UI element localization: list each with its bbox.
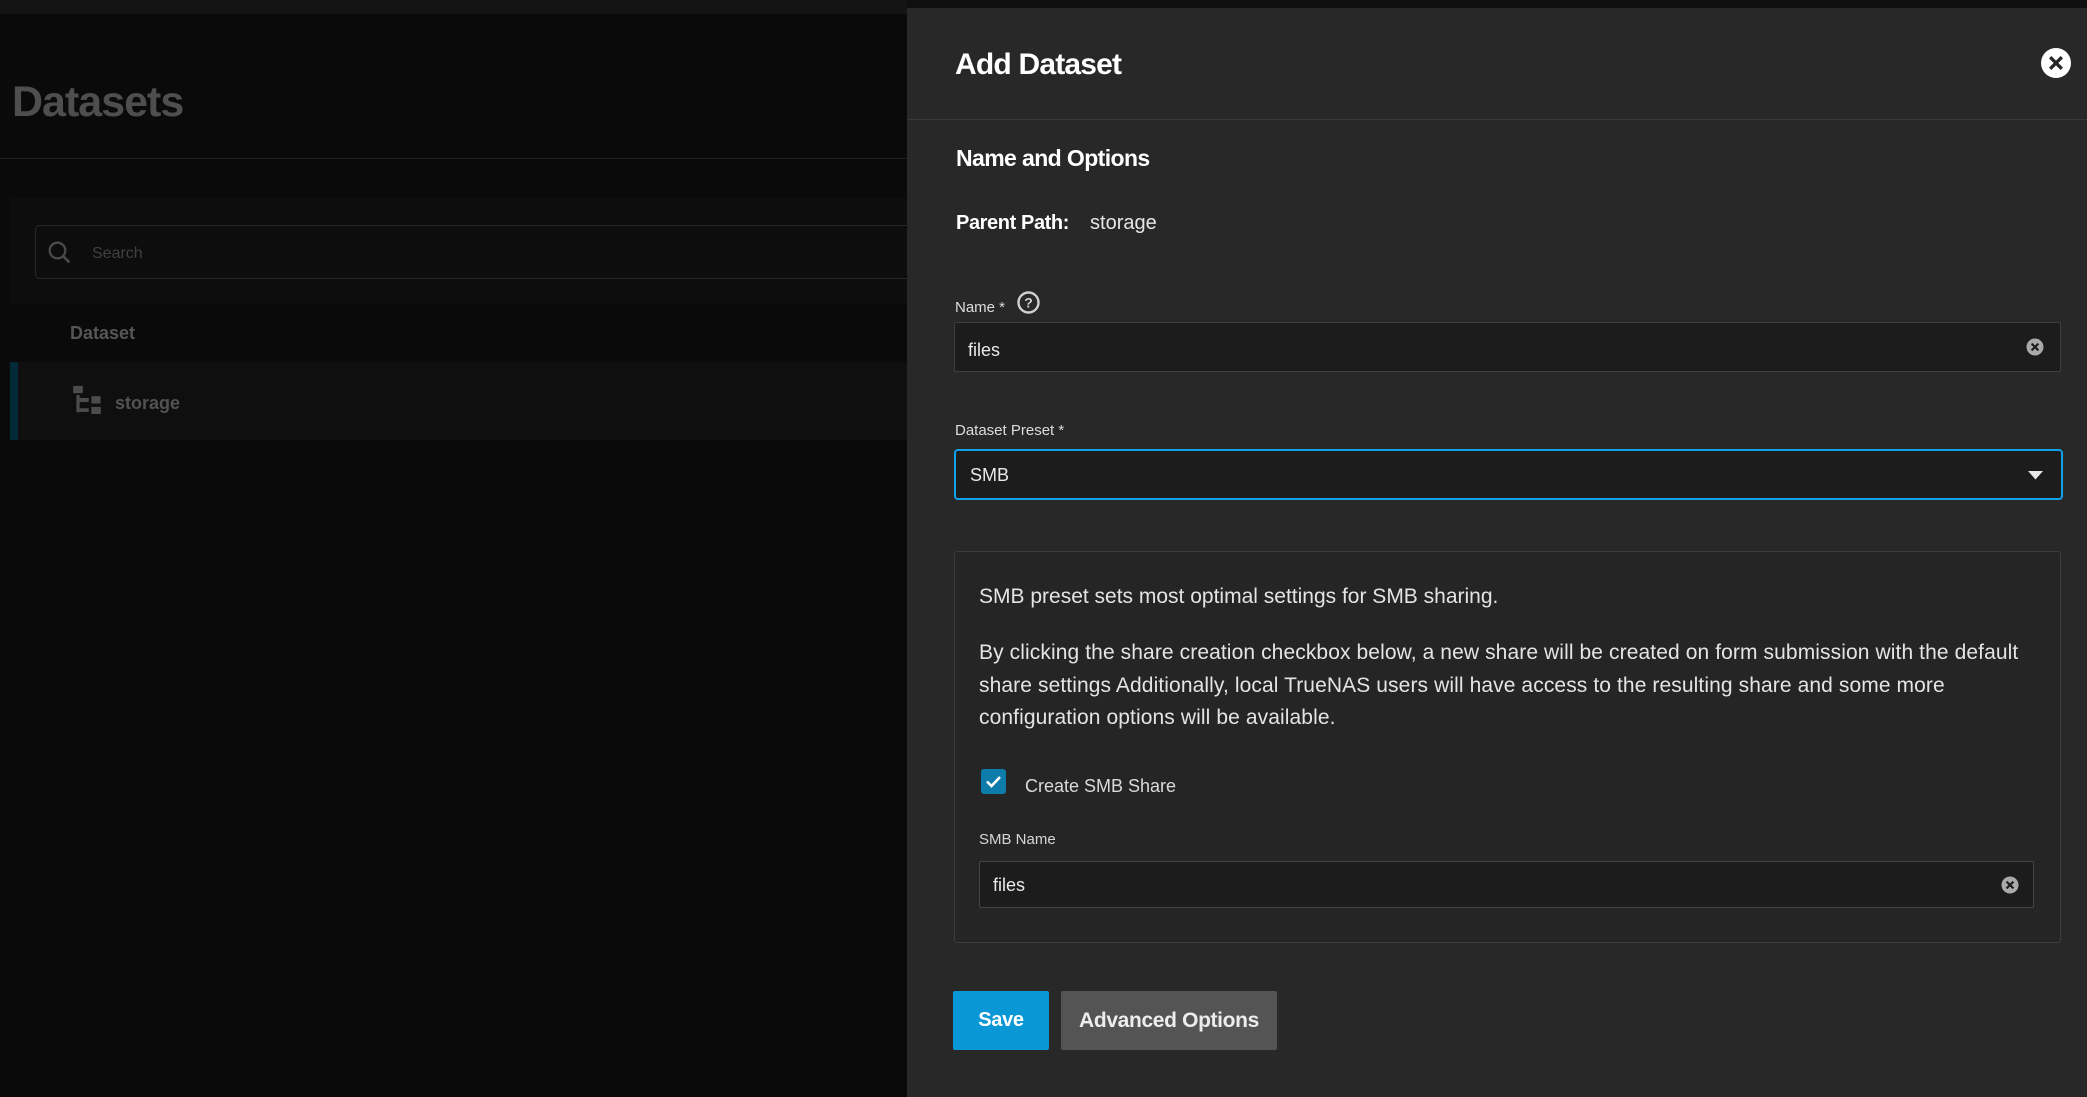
svg-text:?: ? <box>1024 295 1033 311</box>
